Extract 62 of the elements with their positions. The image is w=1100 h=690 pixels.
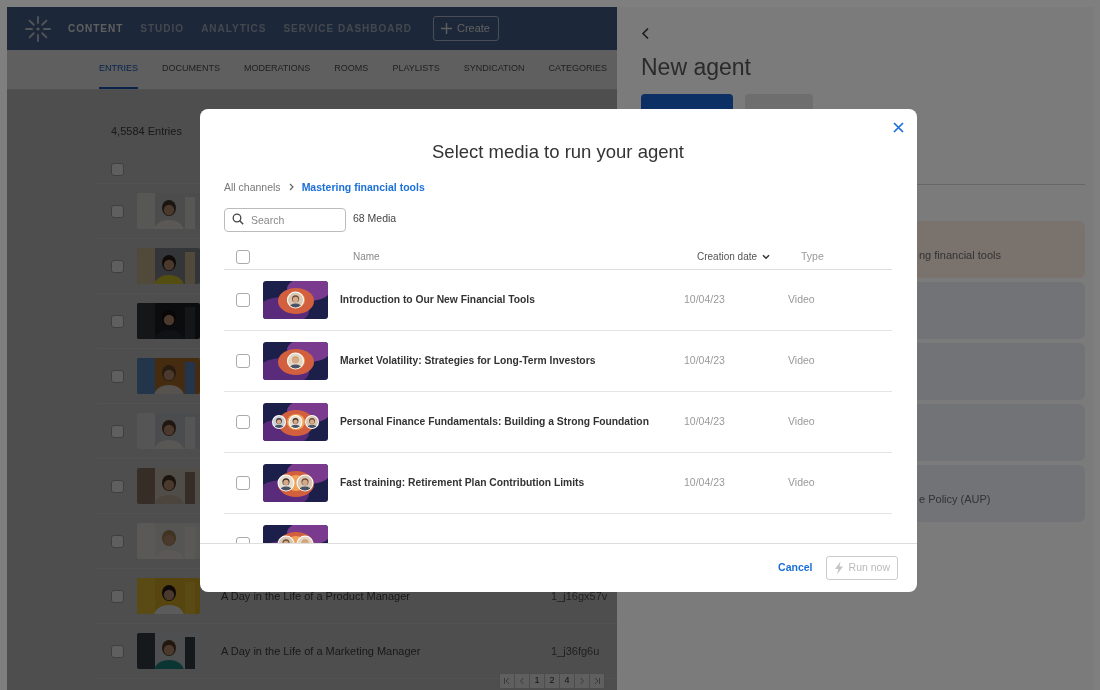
- tab[interactable]: PLAYLISTS: [392, 50, 440, 89]
- page-button[interactable]: 2: [544, 673, 560, 689]
- media-title: Fast training: Retirement Plan Contribution Limits: [340, 476, 586, 491]
- checkbox[interactable]: [111, 424, 124, 438]
- checkbox[interactable]: [111, 259, 124, 273]
- checkbox[interactable]: [236, 354, 250, 368]
- type-text: Video: [788, 414, 815, 430]
- media-title: Introduction to Our New Financial Tools: [340, 293, 536, 308]
- close-icon[interactable]: [892, 121, 905, 134]
- tab[interactable]: SYNDICATION: [463, 50, 525, 89]
- search-field[interactable]: Search: [224, 208, 346, 232]
- create-button[interactable]: Create: [432, 16, 499, 41]
- tab[interactable]: CATEGORIES: [548, 50, 607, 89]
- date-text: 10/04/23: [684, 292, 726, 308]
- back-icon[interactable]: [641, 27, 650, 40]
- drawer-title: New agent: [641, 53, 752, 82]
- checkbox[interactable]: [111, 534, 124, 548]
- tab[interactable]: ENTRIES: [99, 50, 138, 89]
- checkbox[interactable]: [236, 476, 250, 490]
- column-header[interactable]: Creation date: [697, 249, 758, 264]
- plus-icon: [439, 22, 453, 35]
- column-header: Name: [353, 250, 381, 264]
- checkbox[interactable]: [236, 249, 250, 264]
- card-text: ng financial tools: [919, 249, 1001, 261]
- type-text: Video: [788, 475, 815, 491]
- date-text: 10/04/23: [684, 475, 726, 491]
- checkbox[interactable]: [111, 204, 124, 218]
- lightning-icon: [833, 561, 844, 575]
- tab[interactable]: DOCUMENTS: [162, 50, 220, 89]
- date-text: 10/04/23: [684, 353, 726, 369]
- tab[interactable]: ROOMS: [334, 50, 369, 89]
- checkbox[interactable]: [236, 415, 250, 429]
- checkbox[interactable]: [111, 314, 124, 328]
- checkbox[interactable]: [111, 479, 124, 493]
- checkbox[interactable]: [111, 589, 124, 603]
- media-title: Personal Finance Fundamentals: Building a Strong Foundation: [340, 415, 650, 430]
- page-button[interactable]: 1: [529, 673, 545, 689]
- page-button[interactable]: 4: [559, 673, 575, 689]
- media-count: 68 Media: [353, 211, 397, 227]
- media-title: Market Volatility: Strategies for Long-Term Investors: [340, 354, 597, 369]
- checkbox[interactable]: [111, 162, 124, 176]
- checkbox[interactable]: [111, 369, 124, 383]
- chevron-icon: [593, 677, 601, 685]
- date-text: 10/04/23: [684, 414, 726, 430]
- checkbox[interactable]: [111, 644, 124, 658]
- card-text: e Policy (AUP): [919, 493, 991, 505]
- breadcrumb-link[interactable]: Mastering financial tools: [301, 181, 425, 193]
- last-page-button[interactable]: [589, 673, 605, 689]
- first-page-button[interactable]: [499, 673, 515, 689]
- checkbox[interactable]: [236, 293, 250, 307]
- dialog-title: Select media to run your agent: [431, 141, 685, 163]
- caret-icon: [762, 253, 771, 260]
- type-text: Video: [788, 292, 815, 308]
- logo-icon: [25, 15, 51, 42]
- column-header: Type: [801, 248, 824, 264]
- chevron-icon: [288, 183, 294, 191]
- chevron-icon: [503, 677, 511, 685]
- cancel-button[interactable]: Cancel: [778, 560, 813, 576]
- breadcrumb-link[interactable]: All channels: [224, 181, 281, 193]
- tab[interactable]: MODERATIONS: [244, 50, 311, 89]
- nav-link[interactable]: CONTENT: [68, 21, 124, 36]
- type-text: Video: [788, 353, 815, 369]
